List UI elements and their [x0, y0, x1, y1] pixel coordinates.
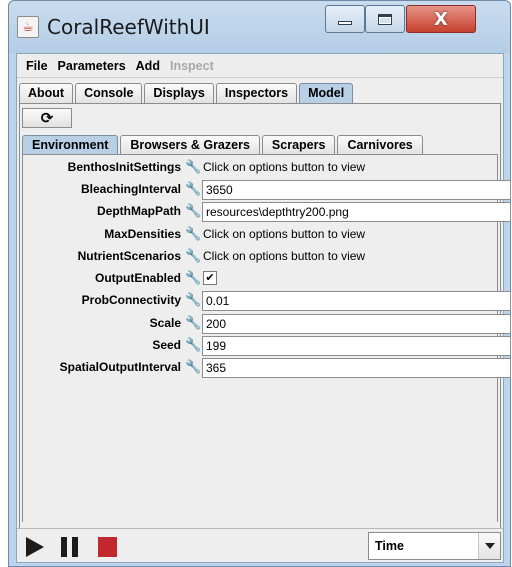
chevron-down-icon[interactable]	[478, 533, 500, 559]
app-window: ☕ CoralReefWithUI X File Parameters Add …	[8, 0, 511, 567]
property-row: DepthMapPath 🔧	[23, 202, 511, 222]
menu-inspect[interactable]: Inspect	[165, 59, 219, 73]
minimize-icon	[338, 21, 352, 25]
menu-parameters[interactable]: Parameters	[53, 59, 131, 73]
properties-panel: BenthosInitSettings 🔧 Click on options b…	[22, 154, 511, 522]
wrench-icon[interactable]: 🔧	[185, 226, 201, 242]
window-title: CoralReefWithUI	[47, 15, 210, 39]
property-label: BleachingInterval	[80, 182, 181, 196]
maximize-icon	[378, 13, 392, 25]
scale-field[interactable]	[202, 314, 511, 334]
time-dropdown[interactable]: Time	[368, 532, 501, 560]
seed-field[interactable]	[202, 336, 511, 356]
wrench-icon[interactable]: 🔧	[185, 203, 201, 219]
wrench-icon[interactable]: 🔧	[185, 292, 201, 308]
stop-icon[interactable]	[98, 537, 117, 557]
pause-icon[interactable]	[61, 537, 79, 557]
property-row: Scale 🔧	[23, 314, 511, 334]
property-value: Click on options button to view	[203, 249, 366, 263]
property-label: Seed	[152, 338, 181, 352]
depth-map-path-field[interactable]	[202, 202, 511, 222]
property-label: DepthMapPath	[97, 204, 181, 218]
property-row: SpatialOutputInterval 🔧	[23, 358, 511, 378]
wrench-icon[interactable]: 🔧	[185, 359, 201, 375]
property-label: MaxDensities	[104, 227, 181, 241]
prob-connectivity-field[interactable]	[202, 291, 511, 311]
tab-carnivores[interactable]: Carnivores	[337, 135, 423, 154]
spatial-output-interval-field[interactable]	[202, 358, 511, 378]
property-row: BleachingInterval 🔧	[23, 180, 511, 200]
play-icon[interactable]	[26, 537, 44, 557]
close-icon: X	[434, 8, 448, 30]
property-label: Scale	[149, 316, 181, 330]
close-button[interactable]: X	[406, 5, 476, 33]
wrench-icon[interactable]: 🔧	[185, 315, 201, 331]
tab-browsers-grazers[interactable]: Browsers & Grazers	[120, 135, 260, 154]
tab-console[interactable]: Console	[75, 83, 143, 103]
bleaching-interval-field[interactable]	[202, 180, 511, 200]
property-label: SpatialOutputInterval	[59, 360, 181, 374]
menu-bar: File Parameters Add Inspect	[17, 54, 503, 78]
time-dropdown-value: Time	[375, 539, 404, 553]
property-value: Click on options button to view	[203, 227, 366, 241]
model-panel: ⟳ Environment Browsers & Grazers Scraper…	[19, 103, 511, 561]
property-row: NutrientScenarios 🔧 Click on options but…	[23, 247, 499, 267]
wrench-icon[interactable]: 🔧	[185, 248, 201, 264]
tab-model[interactable]: Model	[299, 83, 354, 103]
property-row: BenthosInitSettings 🔧 Click on options b…	[23, 158, 499, 178]
property-row: OutputEnabled 🔧 ✔	[23, 269, 499, 289]
model-subtabs: Environment Browsers & Grazers Scrapers …	[22, 135, 425, 154]
maximize-button[interactable]	[365, 5, 405, 33]
refresh-icon: ⟳	[40, 110, 54, 127]
tab-about[interactable]: About	[19, 83, 74, 103]
tab-inspectors[interactable]: Inspectors	[215, 83, 298, 103]
tab-scrapers[interactable]: Scrapers	[261, 135, 336, 154]
wrench-icon[interactable]: 🔧	[185, 270, 201, 286]
title-bar[interactable]: ☕ CoralReefWithUI X	[9, 1, 510, 53]
refresh-button[interactable]: ⟳	[22, 108, 72, 128]
menu-add[interactable]: Add	[131, 59, 165, 73]
property-label: NutrientScenarios	[77, 249, 181, 263]
property-label: OutputEnabled	[95, 271, 181, 285]
property-label: BenthosInitSettings	[67, 160, 181, 174]
simulation-control-bar: Time	[17, 528, 503, 562]
wrench-icon[interactable]: 🔧	[185, 181, 201, 197]
property-row: ProbConnectivity 🔧	[23, 291, 511, 311]
property-label: ProbConnectivity	[81, 293, 181, 307]
tab-environment[interactable]: Environment	[22, 135, 119, 154]
wrench-icon[interactable]: 🔧	[185, 159, 201, 175]
property-row: Seed 🔧	[23, 336, 511, 356]
menu-file[interactable]: File	[21, 59, 53, 73]
minimize-button[interactable]	[325, 5, 365, 33]
main-tabs: About Console Displays Inspectors Model	[19, 83, 355, 103]
output-enabled-checkbox[interactable]: ✔	[203, 271, 217, 285]
java-app-icon: ☕	[17, 16, 39, 38]
wrench-icon[interactable]: 🔧	[185, 337, 201, 353]
window-content: File Parameters Add Inspect About Consol…	[16, 53, 511, 563]
property-value: Click on options button to view	[203, 160, 366, 174]
property-row: MaxDensities 🔧 Click on options button t…	[23, 225, 499, 245]
tab-displays[interactable]: Displays	[144, 83, 214, 103]
